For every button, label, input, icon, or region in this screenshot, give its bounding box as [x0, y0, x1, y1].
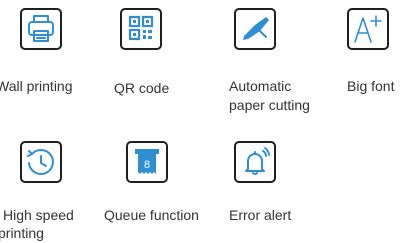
feature-label: QR code [114, 80, 170, 96]
qr-code-icon-graphic [128, 15, 154, 41]
printer-icon [20, 8, 62, 50]
qr-code-icon [120, 8, 162, 50]
queue-ticket-icon-graphic: 8 [135, 149, 159, 174]
clock-icon-graphic [27, 149, 54, 175]
feature-label: Error alert [229, 207, 292, 223]
feature-label-line-1: Automatic [229, 78, 292, 94]
ticket-number: 8 [144, 159, 150, 171]
bell-alert-icon [234, 141, 276, 183]
feature-label: Big font [347, 78, 395, 94]
a-plus-icon-graphic [354, 15, 382, 43]
feature-label-line-2: paper cutting [229, 97, 310, 113]
a-plus-icon [347, 8, 389, 50]
feature-label-line-1: High speed [3, 207, 74, 223]
knife-icon [234, 8, 276, 50]
feature-label: Queue function [104, 207, 199, 223]
printer-icon-graphic [28, 15, 54, 42]
clock-icon [20, 141, 62, 183]
queue-ticket-icon: 8 [126, 141, 168, 183]
bell-alert-icon-graphic [245, 147, 270, 175]
feature-label-line-2: printing [0, 225, 44, 241]
feature-label: Wall printing [0, 78, 73, 94]
knife-icon-graphic [243, 17, 269, 40]
